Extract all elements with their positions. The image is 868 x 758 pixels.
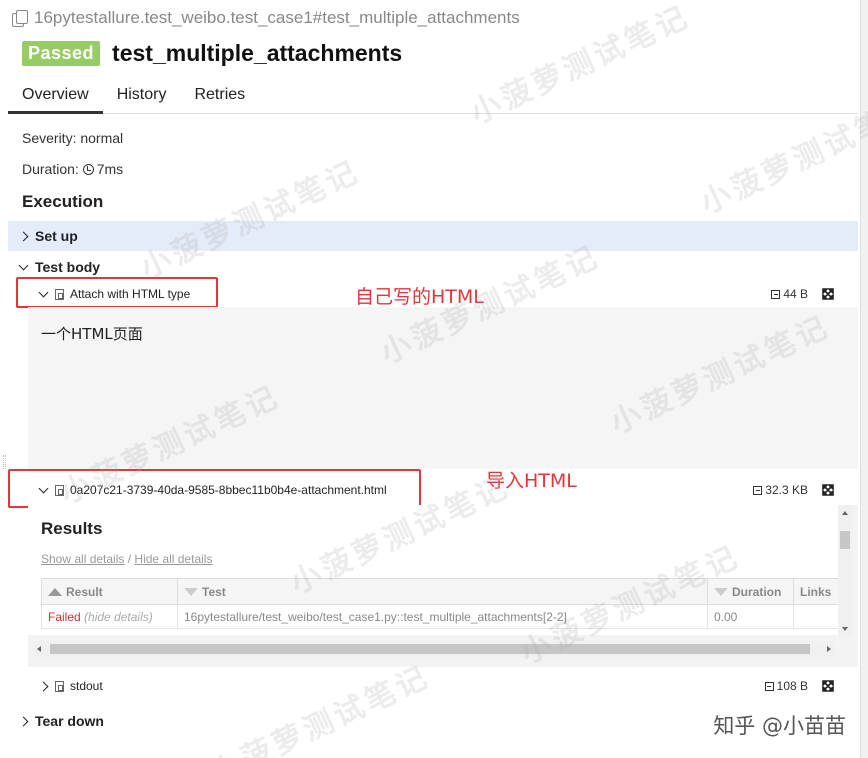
column-result[interactable]: Result [41, 578, 178, 605]
page-title: test_multiple_attachments [112, 40, 403, 66]
hide-all-details-link[interactable]: Hide all details [134, 552, 212, 566]
test-cell: 16pytestallure/test_weibo/test_case1.py:… [177, 604, 708, 629]
duration-value: 7ms [96, 161, 124, 177]
zhihu-credit: 知乎 @小苗苗 [713, 714, 846, 738]
file-icon [55, 680, 64, 692]
attachment-size-value: 108 B [776, 679, 808, 693]
save-icon [753, 485, 763, 495]
test-body-label: Test body [35, 259, 101, 275]
scroll-down-icon[interactable] [842, 627, 848, 631]
links-cell [793, 604, 838, 629]
link-separator: / [124, 552, 135, 566]
expand-icon[interactable] [822, 680, 834, 692]
report-vertical-scrollbar[interactable] [838, 505, 852, 635]
sort-asc-icon [48, 587, 62, 596]
column-test[interactable]: Test [177, 578, 708, 605]
attachment-row-stdout[interactable]: stdout 108 B [28, 672, 848, 700]
scroll-right-icon[interactable] [827, 646, 831, 652]
attachment-size-value: 32.3 KB [765, 483, 808, 497]
title-row: Passed test_multiple_attachments [22, 40, 402, 67]
page-scrollbar[interactable] [860, 0, 868, 758]
attachment-size-value: 44 B [783, 287, 808, 301]
status-badge: Passed [22, 41, 101, 66]
tab-overview[interactable]: Overview [8, 80, 103, 114]
setup-row[interactable]: Set up [8, 221, 858, 251]
show-all-details-link[interactable]: Show all details [41, 552, 124, 566]
chevron-right-icon [18, 231, 29, 241]
sort-desc-icon [714, 587, 728, 596]
table-header-row: Result Test Duration Links [41, 578, 838, 605]
chevron-right-icon [18, 716, 29, 726]
report-title: Results [41, 519, 103, 538]
html-content-text: 一个HTML页面 [41, 325, 143, 343]
annotation-box-1 [16, 277, 218, 308]
clock-icon [82, 164, 94, 175]
column-duration[interactable]: Duration [707, 578, 794, 605]
teardown-label: Tear down [35, 713, 104, 729]
scroll-up-icon[interactable] [842, 511, 848, 515]
report-horizontal-scrollbar[interactable] [34, 641, 834, 657]
breadcrumb-text: 16pytestallure.test_weibo.test_case1#tes… [34, 8, 520, 27]
breadcrumb: 16pytestallure.test_weibo.test_case1#tes… [12, 8, 520, 28]
scroll-left-icon[interactable] [37, 646, 41, 652]
execution-heading: Execution [22, 192, 104, 211]
expand-icon[interactable] [822, 288, 834, 300]
report-detail-links: Show all details / Hide all details [41, 552, 212, 566]
column-links[interactable]: Links [793, 578, 838, 605]
save-icon [771, 289, 781, 299]
duration-cell: 0.00 [707, 604, 794, 629]
copy-icon[interactable] [12, 10, 28, 27]
result-cell: Failed (hide details) [41, 604, 178, 629]
chevron-right-icon [38, 681, 49, 691]
table-row: Failed (hide details) 16pytestallure/tes… [41, 604, 838, 629]
severity-text: Severity: normal [22, 130, 124, 146]
annotation-self-written: 自己写的HTML [355, 286, 484, 308]
save-icon [764, 681, 774, 691]
hide-details-link[interactable]: (hide details) [84, 610, 153, 624]
attachment-size: 32.3 KB [753, 483, 808, 497]
watermark: 小菠萝测试笔记 [205, 659, 436, 758]
duration-label: Duration: [22, 161, 83, 177]
report-viewport: Results Show all details / Hide all deta… [28, 505, 838, 635]
chevron-down-icon [18, 260, 29, 271]
scroll-thumb[interactable] [840, 531, 850, 549]
attachment-name: stdout [70, 679, 103, 693]
html-attachment-preview: 一个HTML页面 [28, 307, 858, 469]
imported-report-preview: Results Show all details / Hide all deta… [28, 505, 858, 667]
annotation-box-2 [8, 469, 421, 508]
tab-history[interactable]: History [103, 80, 181, 114]
attachment-size: 44 B [771, 287, 808, 301]
sort-desc-icon [184, 587, 198, 596]
annotation-imported: 导入HTML [486, 470, 577, 492]
attachment-size: 108 B [764, 679, 808, 693]
results-table: Result Test Duration Links Failed (hide … [41, 578, 838, 629]
tab-retries[interactable]: Retries [180, 80, 259, 114]
setup-label: Set up [35, 228, 78, 244]
scroll-thumb[interactable] [50, 644, 810, 654]
expand-icon[interactable] [822, 484, 834, 496]
duration-row: Duration: 7ms [22, 161, 123, 177]
tab-bar: Overview History Retries [8, 80, 858, 114]
allure-test-page: 16pytestallure.test_weibo.test_case1#tes… [0, 0, 868, 758]
resize-handle[interactable] [3, 455, 6, 469]
